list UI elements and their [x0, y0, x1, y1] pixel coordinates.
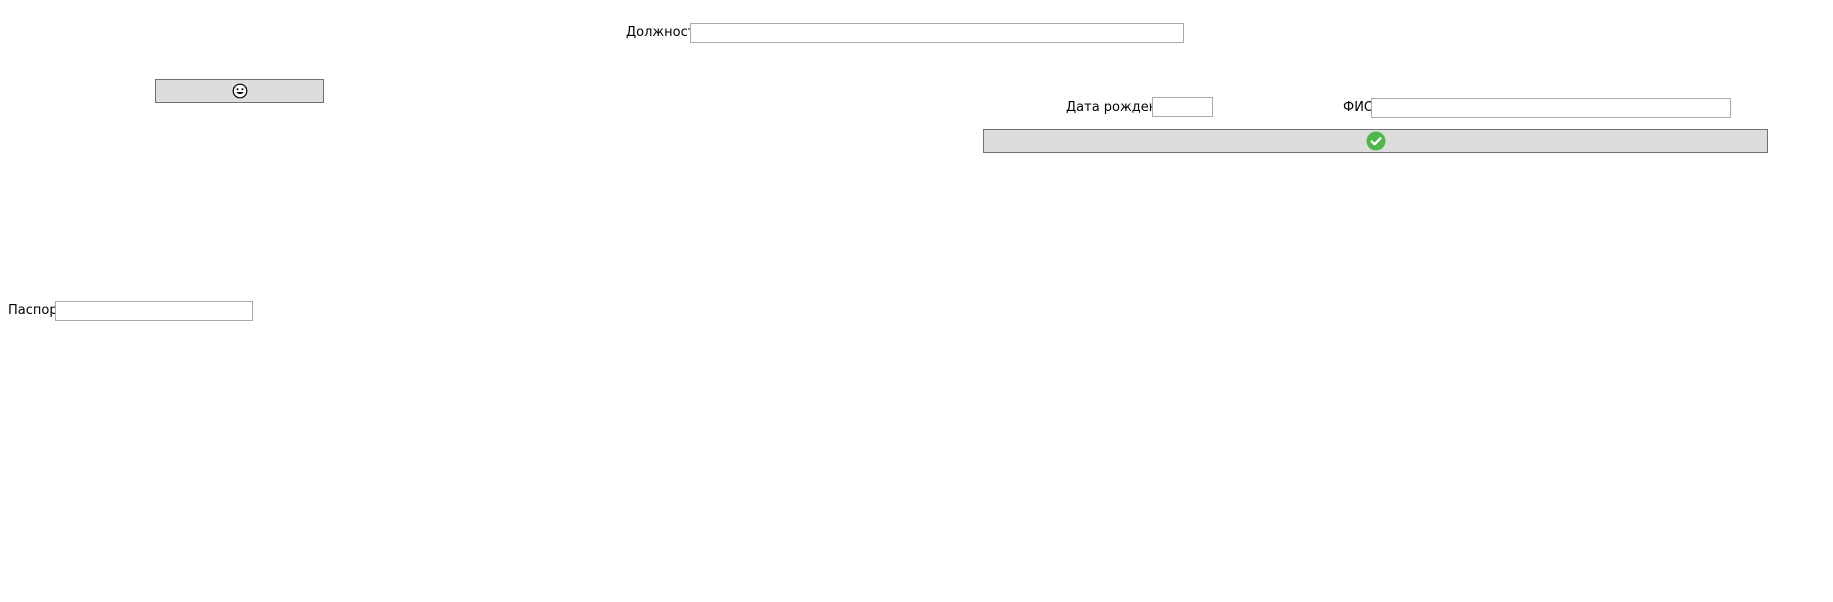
- smiley-face-icon: [232, 83, 248, 99]
- passport-field[interactable]: [55, 301, 253, 321]
- smiley-button[interactable]: [155, 79, 324, 103]
- full-name-field[interactable]: [1371, 98, 1731, 118]
- green-check-icon: [1366, 131, 1386, 151]
- full-name-label: ФИО: [1343, 100, 1375, 115]
- form-window: Должность Дата рождения ФИО Паспорт: [0, 0, 1833, 602]
- confirm-button[interactable]: [983, 129, 1768, 153]
- birth-date-field[interactable]: [1152, 97, 1213, 117]
- position-field[interactable]: [690, 23, 1184, 43]
